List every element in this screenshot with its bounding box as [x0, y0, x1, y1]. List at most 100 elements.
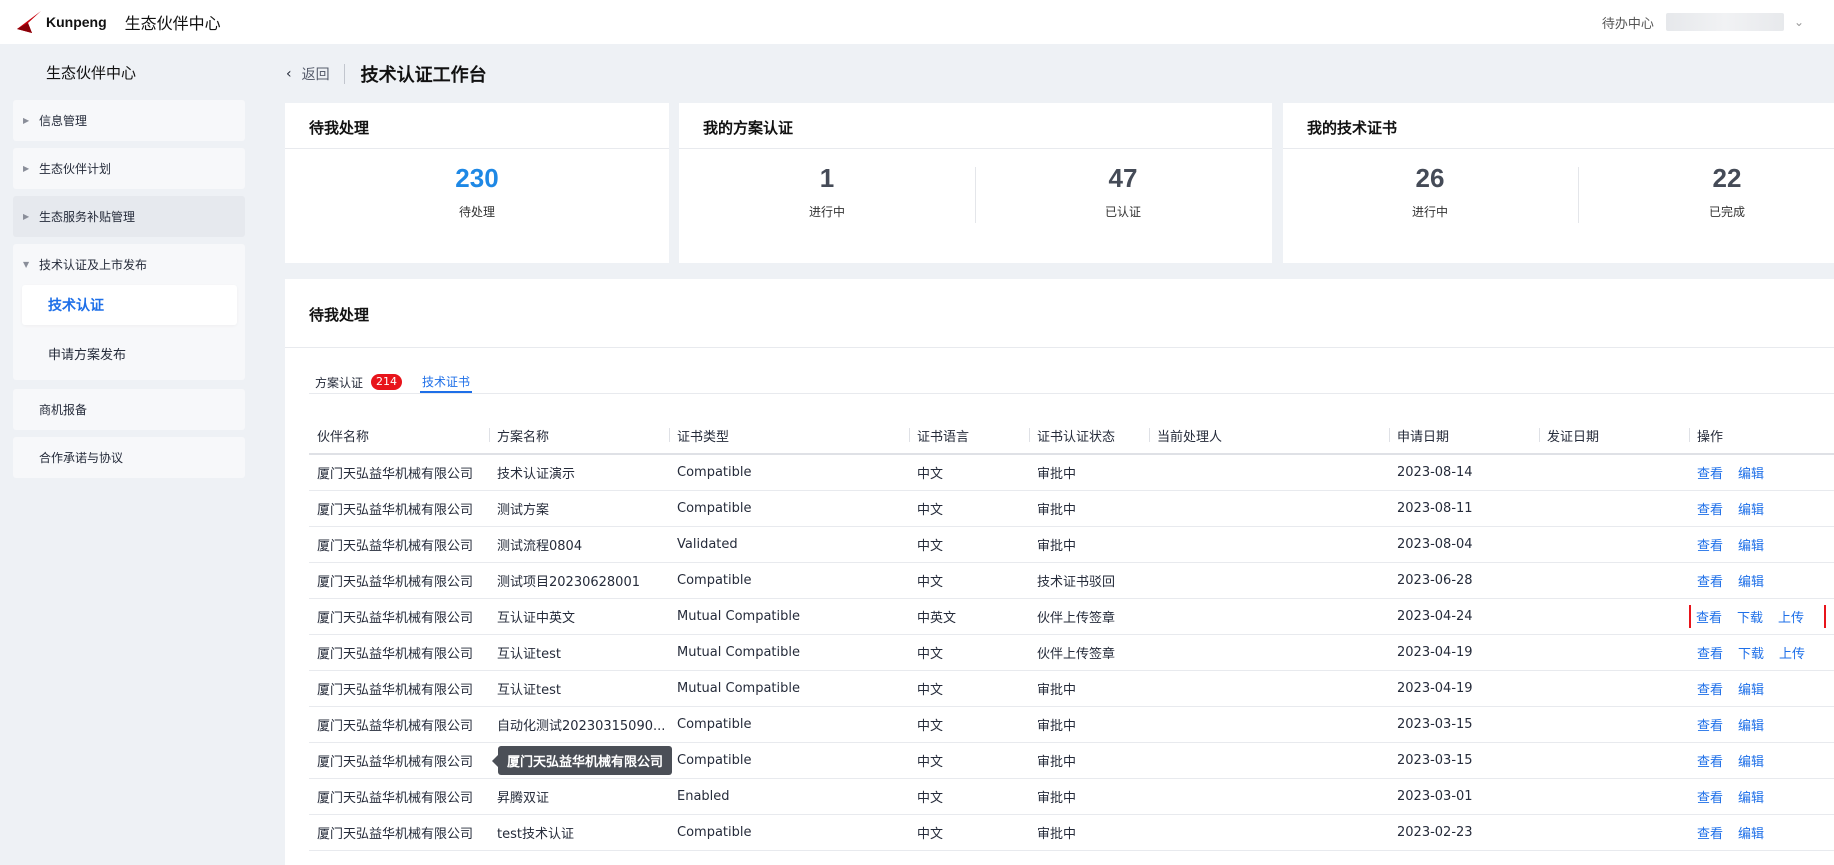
view-link[interactable]: 查看 [1697, 463, 1723, 482]
stat-in-progress[interactable]: 1 进行中 [777, 161, 877, 220]
cell-type: Compatible [677, 717, 752, 732]
upload-link[interactable]: 上传 [1779, 643, 1805, 662]
view-link[interactable]: 查看 [1697, 823, 1723, 842]
cell-partner: 厦门天弘益华机械有限公司 [317, 539, 474, 554]
stat-certified[interactable]: 47 已认证 [1073, 161, 1173, 220]
view-link[interactable]: 查看 [1697, 499, 1723, 518]
table-row: 厦门天弘益华机械有限公司 互认证中英文 Mutual Compatible 中英文 伙伴… [309, 599, 1834, 635]
kunpeng-logo[interactable]: Kunpeng [14, 7, 107, 37]
row-actions: 查看 编辑 [1697, 787, 1779, 806]
cell-apply: 2023-03-15 [1397, 753, 1473, 768]
cell-status: 审批中 [1037, 719, 1077, 734]
todo-center-link[interactable]: 待办中心 [1602, 13, 1654, 32]
cell-solution: 昇腾双证 [497, 791, 550, 806]
cell-type: Mutual Compatible [677, 645, 800, 660]
stat-pending[interactable]: 230 待处理 [427, 161, 527, 220]
sidebar-item-tech-cert[interactable]: 技术认证 [22, 285, 237, 325]
user-name-blurred[interactable] [1665, 13, 1784, 31]
tab-tech-cert[interactable]: 技术证书 [420, 371, 473, 393]
cell-apply: 2023-04-24 [1397, 609, 1473, 624]
row-actions: 查看 编辑 [1697, 823, 1779, 842]
cell-lang: 中文 [917, 719, 944, 734]
cell-partner: 厦门天弘益华机械有限公司 [317, 647, 474, 662]
stat-completed[interactable]: 22 已完成 [1677, 161, 1777, 220]
edit-link[interactable]: 编辑 [1738, 535, 1764, 554]
page-header: ‹ 返回 技术认证工作台 [286, 60, 487, 88]
column-header: 证书语言 [909, 426, 1029, 445]
cell-apply: 2023-08-11 [1397, 501, 1473, 516]
row-actions: 查看 编辑 [1697, 715, 1779, 734]
view-link[interactable]: 查看 [1697, 787, 1723, 806]
row-actions: 查看 编辑 [1697, 571, 1779, 590]
cell-actions: 查看 下载 上传 [1689, 643, 1834, 662]
stat-label: 进行中 [808, 205, 845, 219]
cell-status: 技术证书驳回 [1037, 575, 1116, 590]
back-link[interactable]: 返回 [302, 64, 330, 84]
cell-partner: 厦门天弘益华机械有限公司 [317, 719, 474, 734]
pending-panel: 待我处理 方案认证 214 技术证书 伙伴名称 方案名称 证书类型 证书语言 证… [285, 279, 1834, 865]
column-header: 方案名称 [489, 426, 669, 445]
caret-right-icon: ▶ [23, 164, 30, 173]
stat-in-progress[interactable]: 26 进行中 [1380, 161, 1480, 220]
download-link[interactable]: 下载 [1738, 643, 1764, 662]
cell-apply: 2023-08-04 [1397, 537, 1473, 552]
page-title: 技术认证工作台 [360, 65, 487, 86]
cell-partner: 厦门天弘益华机械有限公司 [317, 791, 474, 806]
card-title: 我的技术证书 [1307, 119, 1398, 137]
download-link[interactable]: 下载 [1737, 607, 1763, 626]
column-header: 伙伴名称 [317, 429, 370, 445]
cell-type: Enabled [677, 789, 730, 804]
view-link[interactable]: 查看 [1697, 715, 1723, 734]
edit-link[interactable]: 编辑 [1738, 751, 1764, 770]
tab-solution-cert[interactable]: 方案认证 214 [313, 371, 404, 393]
view-link[interactable]: 查看 [1697, 643, 1723, 662]
cell-status: 伙伴上传签章 [1037, 611, 1116, 626]
table-row: 厦门天弘益华机械有限公司 技术认证演示 Compatible 中文 审批中 2023-08… [309, 455, 1834, 491]
card-pending: 待我处理 230 待处理 [285, 103, 669, 263]
sidebar-item-subsidy[interactable]: ▶ 生态服务补贴管理 [13, 196, 245, 237]
view-link[interactable]: 查看 [1697, 751, 1723, 770]
sidebar-item-label: 生态伙伴计划 [39, 162, 112, 176]
edit-link[interactable]: 编辑 [1738, 715, 1764, 734]
tab-label: 技术证书 [422, 374, 471, 389]
sidebar-item-agreements[interactable]: 合作承诺与协议 [13, 437, 245, 478]
edit-link[interactable]: 编辑 [1738, 463, 1764, 482]
back-arrow-icon[interactable]: ‹ [286, 66, 292, 82]
edit-link[interactable]: 编辑 [1738, 679, 1764, 698]
sidebar-item-certification-release[interactable]: ▼ 技术认证及上市发布 [13, 244, 245, 285]
edit-link[interactable]: 编辑 [1738, 571, 1764, 590]
edit-link[interactable]: 编辑 [1738, 787, 1764, 806]
sidebar-item-label: 合作承诺与协议 [39, 451, 124, 465]
row-actions: 查看 编辑 [1697, 463, 1779, 482]
cell-partner: 厦门天弘益华机械有限公司 [317, 503, 474, 518]
edit-link[interactable]: 编辑 [1738, 499, 1764, 518]
cell-type: Compatible [677, 573, 752, 588]
card-solution-cert: 我的方案认证 1 进行中 47 已认证 [679, 103, 1272, 263]
stat-label: 待处理 [458, 205, 495, 219]
cell-status: 审批中 [1037, 755, 1077, 770]
cell-type: Compatible [677, 825, 752, 840]
kunpeng-logo-icon [17, 11, 41, 33]
sidebar-item-partner-plan[interactable]: ▶ 生态伙伴计划 [13, 148, 245, 189]
view-link[interactable]: 查看 [1696, 607, 1722, 626]
view-link[interactable]: 查看 [1697, 679, 1723, 698]
upload-link[interactable]: 上传 [1778, 607, 1804, 626]
sidebar: 生态伙伴中心 ▶ 信息管理 ▶ 生态伙伴计划 ▶ 生态服务补贴管理 ▼ 技术认证… [0, 44, 258, 865]
edit-link[interactable]: 编辑 [1738, 823, 1764, 842]
count-badge: 214 [371, 374, 403, 390]
table-body: 厦门天弘益华机械有限公司 技术认证演示 Compatible 中文 审批中 2023-08… [309, 455, 1834, 851]
cell-apply: 2023-02-23 [1397, 825, 1473, 840]
row-actions: 查看 编辑 [1697, 499, 1779, 518]
table-row: 厦门天弘益华机械有限公司 互认证test Mutual Compatible 中文 审批… [309, 671, 1834, 707]
chevron-down-icon[interactable]: ⌄ [1794, 15, 1804, 29]
view-link[interactable]: 查看 [1697, 535, 1723, 554]
stat-value: 230 [455, 163, 499, 193]
column-header: 操作 [1689, 426, 1834, 445]
cell-status: 伙伴上传签章 [1037, 647, 1116, 662]
sidebar-item-info-management[interactable]: ▶ 信息管理 [13, 100, 245, 141]
sidebar-item-apply-solution-release[interactable]: 申请方案发布 [22, 333, 237, 373]
cell-lang: 中文 [917, 467, 944, 482]
cell-partner: 厦门天弘益华机械有限公司 [317, 827, 474, 842]
view-link[interactable]: 查看 [1697, 571, 1723, 590]
sidebar-item-opportunity[interactable]: 商机报备 [13, 389, 245, 430]
